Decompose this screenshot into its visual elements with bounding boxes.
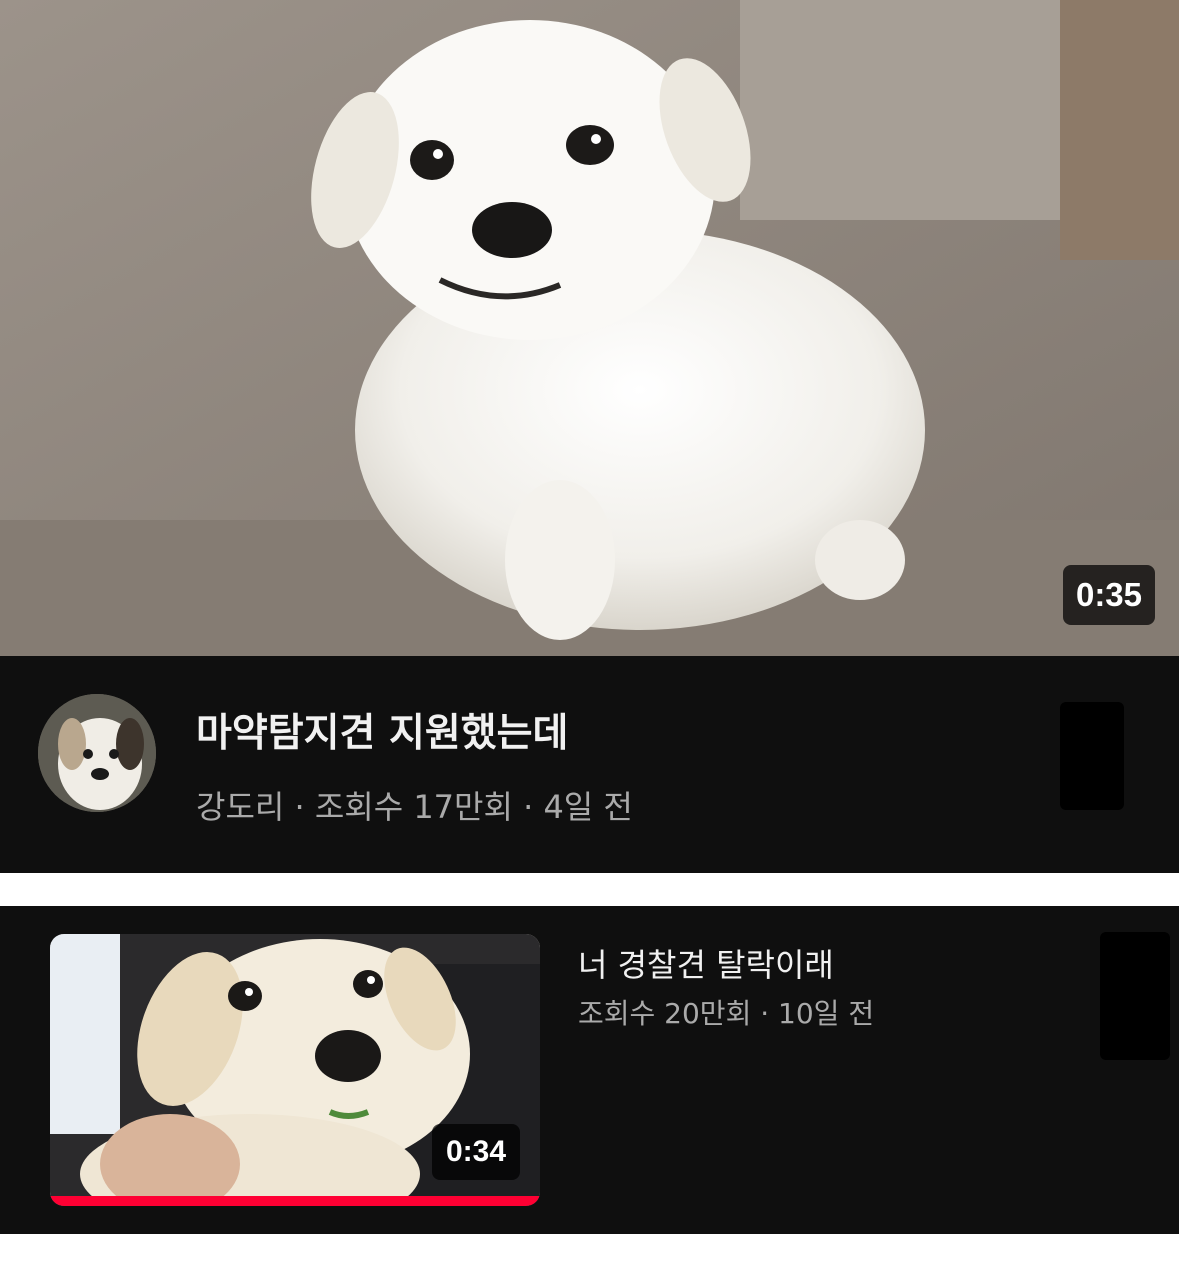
video-feed: 0:35 마약탐지견 지원했는데 강도리 · 조회수 17만회 · 4일 전 0… <box>0 0 1179 1286</box>
channel-avatar[interactable] <box>38 694 156 812</box>
video-thumbnail-white-puppy[interactable]: 0:35 <box>0 0 1179 656</box>
watch-progress-bar <box>50 1196 540 1206</box>
thumbnail-image <box>0 0 1179 656</box>
video-title[interactable]: 너 경찰견 탈락이래 <box>578 940 834 986</box>
video-title[interactable]: 마약탐지견 지원했는데 <box>196 702 568 758</box>
video-metadata: 강도리 · 조회수 17만회 · 4일 전 <box>196 788 633 826</box>
video-list-item[interactable]: 0:34 너 경찰견 탈락이래 조회수 20만회 · 10일 전 <box>0 906 1179 1234</box>
avatar-image <box>38 694 156 812</box>
redacted-menu-area <box>1060 702 1124 810</box>
video-thumbnail-yellow-puppy[interactable]: 0:34 <box>50 934 540 1206</box>
video-duration-badge: 0:35 <box>1063 565 1155 625</box>
video-info-panel[interactable]: 마약탐지견 지원했는데 강도리 · 조회수 17만회 · 4일 전 <box>0 656 1179 873</box>
video-metadata: 조회수 20만회 · 10일 전 <box>578 997 875 1030</box>
redacted-menu-area <box>1100 932 1170 1060</box>
video-duration-badge: 0:34 <box>432 1124 520 1180</box>
